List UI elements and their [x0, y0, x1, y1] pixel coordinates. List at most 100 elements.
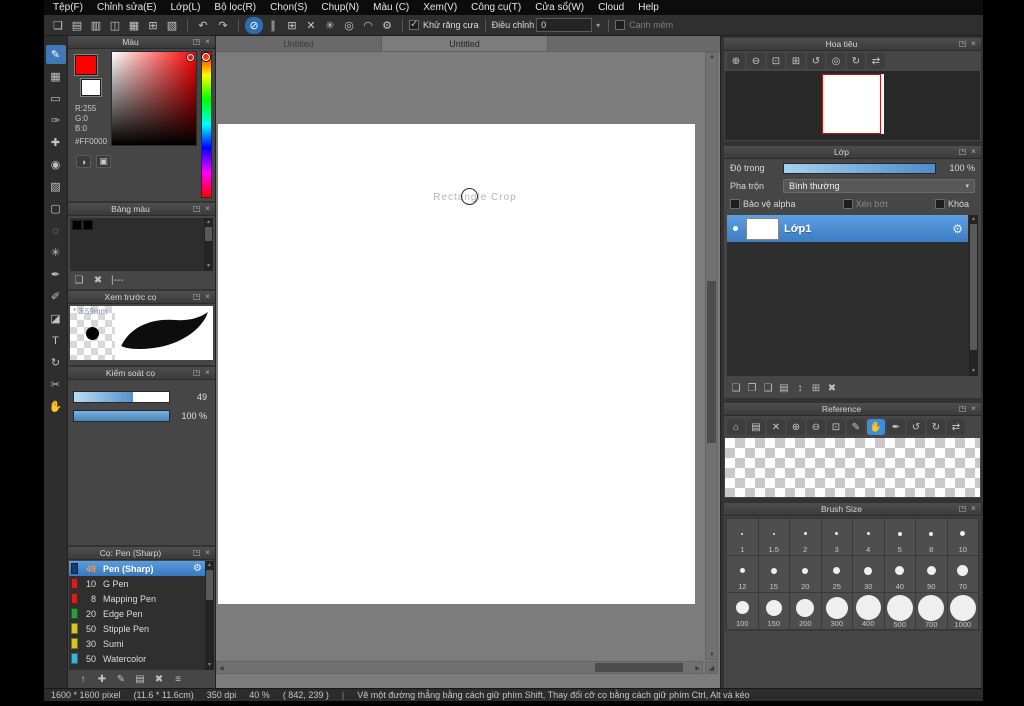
ref-rotate-ccw-icon[interactable]: ↺	[907, 419, 925, 435]
selection-grid-tool-icon[interactable]: ▦	[46, 67, 66, 86]
layer-blend-select[interactable]: Bình thường ▾	[783, 179, 975, 193]
brush-size-cell[interactable]: 12	[727, 556, 758, 592]
transfer-layer-icon[interactable]: ❑	[762, 381, 774, 395]
detach-panel-icon[interactable]: ◳	[192, 291, 201, 303]
ref-clear-icon[interactable]: ✕	[767, 419, 785, 435]
brush-size-cell[interactable]: 150	[758, 593, 789, 629]
menu-item[interactable]: Xem(V)	[416, 0, 464, 15]
delete-swatch-icon[interactable]: ✖	[92, 273, 104, 287]
close-panel-icon[interactable]: ×	[203, 203, 212, 215]
brush-size-cell[interactable]: 50	[916, 556, 947, 592]
brush-size-cell[interactable]: 300	[821, 593, 852, 629]
nav-zoom-in-icon[interactable]: ⊕	[727, 53, 745, 69]
magic-wand-tool-icon[interactable]: ✳	[46, 243, 66, 262]
crisscross-snap-icon[interactable]: ⊞	[283, 17, 301, 34]
palette-swatch[interactable]	[83, 220, 93, 230]
redo-icon[interactable]: ↷	[214, 17, 232, 34]
close-panel-icon[interactable]: ×	[203, 36, 212, 48]
brush-tool-icon[interactable]: ✎	[45, 45, 66, 64]
snap-settings-icon[interactable]: ⚙	[378, 17, 396, 34]
canvas-vertical-scrollbar[interactable]: ▲ ▼	[705, 52, 718, 660]
bucket-tool-icon[interactable]: ◉	[46, 155, 66, 174]
nav-zoom-fit-icon[interactable]: ⊡	[767, 53, 785, 69]
divide-tool-icon[interactable]: ✂	[46, 375, 66, 394]
close-panel-icon[interactable]: ×	[203, 367, 212, 379]
ref-zoom-in-icon[interactable]: ⊕	[787, 419, 805, 435]
brush-size-cell[interactable]: 40	[884, 556, 915, 592]
nav-rotate-reset-icon[interactable]: ◎	[827, 53, 845, 69]
ref-home-icon[interactable]: ⌂	[727, 419, 745, 435]
paintbrush-tool-icon[interactable]: ✑	[46, 111, 66, 130]
correction-dropdown-icon[interactable]: ▾	[594, 21, 602, 30]
palette-scrollbar[interactable]: ▲ ▼	[204, 218, 213, 271]
scroll-up-icon[interactable]: ▲	[969, 216, 978, 223]
vanishing-point-snap-icon[interactable]: ✕	[302, 17, 320, 34]
delete-layer-icon[interactable]: ✖	[826, 381, 838, 395]
brush-item[interactable]: 50 Stipple Pen	[69, 621, 205, 636]
brush-size-cell[interactable]: 1.5	[758, 519, 789, 555]
reorder-layer-icon[interactable]: ↕	[794, 381, 806, 395]
detach-panel-icon[interactable]: ◳	[958, 38, 967, 50]
palette-grid[interactable]: ▲ ▼	[70, 218, 213, 271]
brush-item[interactable]: 50 Watercolor	[69, 651, 205, 666]
brush-item[interactable]: 10 G Pen	[69, 576, 205, 591]
menu-item[interactable]: Chỉnh sửa(E)	[90, 0, 164, 15]
nav-rotate-cw-icon[interactable]: ↻	[847, 53, 865, 69]
menu-item[interactable]: Cloud	[591, 0, 631, 15]
brush-folder-icon[interactable]: ▤	[134, 672, 146, 686]
new-canvas-icon[interactable]: ❏	[49, 17, 67, 34]
scroll-left-icon[interactable]: ◀	[219, 665, 224, 672]
scrollbar-thumb[interactable]	[205, 227, 212, 241]
scroll-down-icon[interactable]: ▼	[969, 368, 978, 375]
antialias-checkbox-box[interactable]	[409, 19, 419, 30]
clipping-checkbox[interactable]: Xén bớt	[842, 199, 888, 209]
delete-brush-icon[interactable]: ✖	[153, 672, 165, 686]
menu-item[interactable]: Công cụ(T)	[464, 0, 528, 15]
menu-item[interactable]: Chọn(S)	[263, 0, 314, 15]
close-panel-icon[interactable]: ×	[969, 146, 978, 158]
detach-panel-icon[interactable]: ◳	[958, 403, 967, 415]
brush-size-cell[interactable]: 25	[821, 556, 852, 592]
scroll-up-icon[interactable]: ▲	[709, 54, 715, 60]
palette-menu-icon[interactable]: |---	[111, 273, 124, 287]
edit-brush-icon[interactable]: ✎	[115, 672, 127, 686]
rectangle-tool-icon[interactable]: ▭	[46, 89, 66, 108]
eyedropper-tool-icon[interactable]: ✒	[46, 265, 66, 284]
scrollbar-thumb[interactable]	[206, 570, 213, 600]
nav-rotate-ccw-icon[interactable]: ↺	[807, 53, 825, 69]
lasso-tool-icon[interactable]: ◌	[46, 221, 66, 240]
brush-size-cell[interactable]: 8	[916, 519, 947, 555]
brush-size-cell[interactable]: 20	[790, 556, 821, 592]
circle-snap-icon[interactable]: ◎	[340, 17, 358, 34]
add-brush-icon[interactable]: ✚	[96, 672, 108, 686]
brush-size-cell[interactable]: 200	[790, 593, 821, 629]
grid-view-icon[interactable]: ⊞	[144, 17, 162, 34]
sv-marker[interactable]	[186, 53, 195, 62]
saturation-value-picker[interactable]	[111, 51, 197, 146]
scroll-down-icon[interactable]: ▼	[205, 662, 214, 669]
scrollbar-thumb[interactable]	[595, 663, 683, 672]
save-file-icon[interactable]: ▥	[87, 17, 105, 34]
brush-size-cell[interactable]: 1	[727, 519, 758, 555]
detach-panel-icon[interactable]: ◳	[192, 547, 201, 559]
ref-eyedropper-icon[interactable]: ✒	[887, 419, 905, 435]
gradient-tool-icon[interactable]: ▨	[46, 177, 66, 196]
comment-icon[interactable]: ◫	[106, 17, 124, 34]
merge-layer-icon[interactable]: ⊞	[810, 381, 822, 395]
detach-panel-icon[interactable]: ◳	[958, 146, 967, 158]
document-tab[interactable]: Untitled	[382, 36, 548, 51]
brush-size-cell[interactable]: 5	[884, 519, 915, 555]
brush-size-cell[interactable]: 700	[916, 593, 947, 629]
text-tool-icon[interactable]: T	[46, 331, 66, 350]
open-file-icon[interactable]: ▤	[68, 17, 86, 34]
brush-size-cell[interactable]: 1000	[947, 593, 978, 629]
brush-item[interactable]: 49 Pen (Sharp) ⚙	[69, 561, 205, 576]
detach-panel-icon[interactable]: ◳	[192, 367, 201, 379]
menu-item[interactable]: Màu (C)	[366, 0, 416, 15]
brush-settings-gear-icon[interactable]: ⚙	[193, 563, 202, 574]
scroll-up-icon[interactable]: ▲	[204, 219, 213, 226]
close-panel-icon[interactable]: ×	[969, 38, 978, 50]
navigator-preview[interactable]	[725, 71, 980, 140]
document-tab[interactable]: Untitled	[216, 36, 382, 51]
alpha-protect-checkbox[interactable]: Bảo vệ alpha	[730, 199, 796, 209]
